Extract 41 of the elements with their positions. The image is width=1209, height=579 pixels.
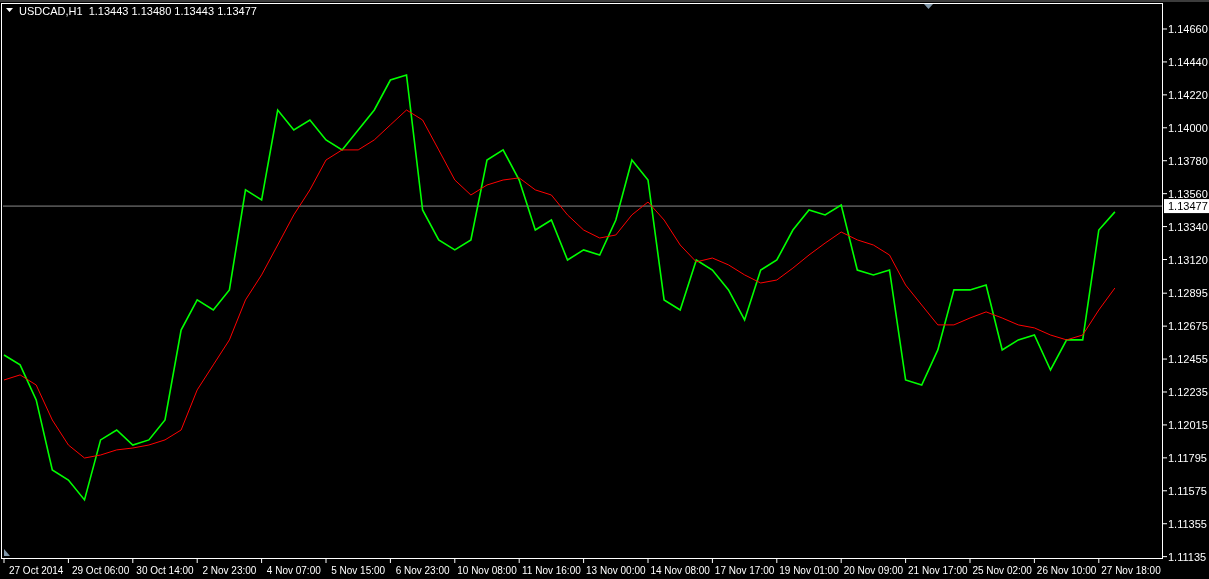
chart-header: USDCAD,H1 1.13443 1.13480 1.13443 1.13477 [19, 5, 257, 17]
time-axis-label: 21 Nov 17:00 [908, 565, 968, 576]
time-axis-label: 27 Oct 2014 [8, 565, 64, 576]
price-axis-label: 1.13120 [1168, 253, 1208, 266]
price-axis-label: 1.14660 [1168, 23, 1208, 35]
price-axis-label: 1.14000 [1168, 121, 1208, 134]
time-axis-label: 2 Nov 23:00 [202, 565, 257, 576]
price-axis-label: 1.12675 [1168, 320, 1208, 333]
time-axis-label: 6 Nov 23:00 [395, 565, 450, 576]
price-axis-label: 1.13340 [1168, 220, 1208, 233]
price-axis-label: 1.12235 [1168, 386, 1208, 398]
price-axis-label: 1.11575 [1168, 484, 1207, 497]
price-axis-label: 1.11795 [1168, 451, 1207, 464]
time-axis-label: 26 Nov 10:00 [1036, 565, 1097, 576]
time-axis-label: 4 Nov 07:00 [266, 565, 321, 576]
time-axis-label: 5 Nov 15:00 [331, 565, 386, 576]
price-axis-label: 1.12455 [1168, 353, 1208, 366]
price-axis-label: 1.11135 [1168, 550, 1207, 563]
corner-marker-icon [4, 549, 10, 556]
time-axis-label: 10 Nov 08:00 [457, 565, 517, 576]
time-axis-label: 14 Nov 08:00 [650, 565, 710, 576]
price-axis-label: 1.14440 [1168, 55, 1208, 68]
price-axis-label: 1.13560 [1168, 187, 1208, 200]
current-price-label: 1.13477 [1164, 199, 1209, 214]
price-axis-label: 1.14220 [1168, 88, 1208, 101]
price-axis-label: 1.13780 [1168, 154, 1208, 167]
time-axis-label: 20 Nov 09:00 [843, 565, 904, 576]
price-axis-label: 1.12895 [1168, 287, 1208, 300]
time-axis-label: 30 Oct 14:00 [136, 565, 194, 576]
time-axis-label: 19 Nov 01:00 [779, 565, 839, 576]
shift-marker-icon[interactable] [924, 4, 933, 9]
time-axis-label: 27 Nov 18:00 [1101, 565, 1161, 576]
collapse-triangle-icon[interactable] [6, 8, 13, 12]
time-axis-label: 11 Nov 16:00 [522, 565, 581, 576]
ref-line-label: 1.13477 [1168, 200, 1208, 213]
price-axis-label: 1.11355 [1168, 517, 1207, 530]
time-axis-label: 25 Nov 02:00 [972, 565, 1032, 576]
time-axis-label: 29 Oct 06:00 [71, 565, 130, 576]
time-axis-label: 17 Nov 17:00 [714, 565, 775, 576]
time-axis-label: 13 Nov 00:00 [586, 565, 646, 576]
price-axis-label: 1.12015 [1168, 418, 1208, 431]
